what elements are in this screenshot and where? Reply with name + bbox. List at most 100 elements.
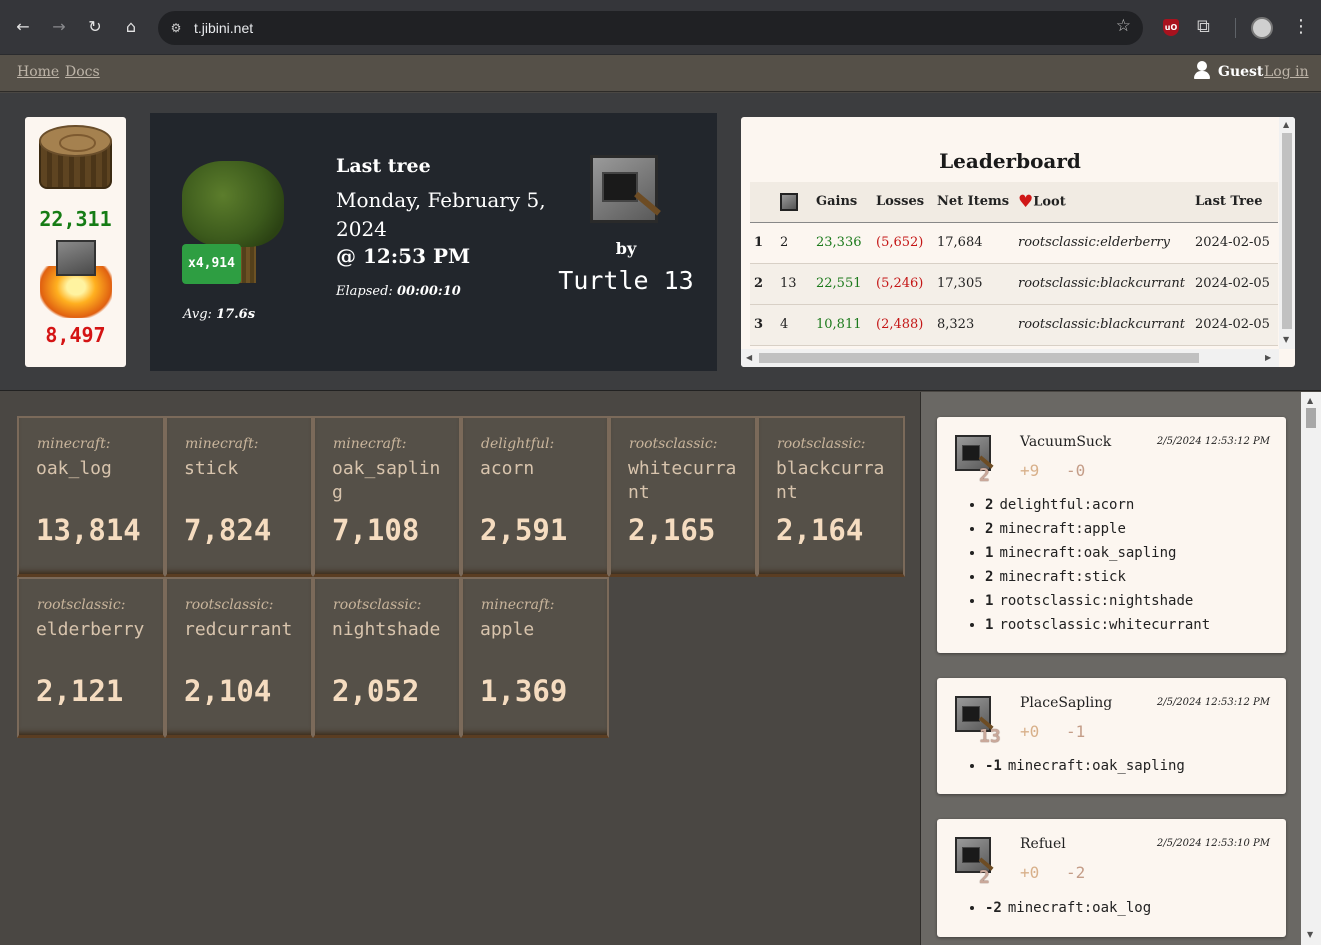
elapsed-time: Elapsed: 00:00:10 [336,284,461,299]
home-icon[interactable]: ⌂ [121,17,141,37]
event-loss: -2 [1066,863,1086,882]
by-label: by [615,239,637,258]
inventory-tile: rootsclassic: redcurrant 2,104 [165,577,313,738]
menu-kebab-icon[interactable]: ⋮ [1292,16,1310,37]
item-name: redcurrant [184,619,293,640]
leaderboard-horizontal-scrollbar[interactable]: ◀ ▶ [741,349,1279,367]
scroll-up-icon[interactable]: ▲ [1307,396,1313,405]
event-card: 13 PlaceSapling 2/5/2024 12:53:12 PM +0 … [937,678,1286,794]
event-item: -1minecraft:oak_sapling [985,754,1185,778]
losses: (5,652) [872,222,933,264]
net-items: 17,305 [933,263,1014,305]
event-items: 2delightful:acorn 2minecraft:apple 1mine… [985,493,1210,637]
col-last-tree[interactable]: Last Tree [1191,182,1278,223]
nav-home-link[interactable]: Home [17,64,59,80]
scroll-thumb[interactable] [759,353,1199,363]
event-gain: +0 [1020,722,1040,741]
event-item: 1rootsclassic:whitecurrant [985,613,1210,637]
event-name: VacuumSuck [1020,434,1112,450]
rank: 2 [750,263,776,305]
scroll-down-icon[interactable]: ▼ [1307,930,1313,939]
last-tree: 2024-02-05 [1191,222,1278,264]
event-items: -2minecraft:oak_log [985,896,1151,920]
event-items: -1minecraft:oak_sapling [985,754,1185,778]
burning-block-icon [40,240,112,318]
item-name: oak_log [36,458,112,479]
event-item: 2delightful:acorn [985,493,1210,517]
scroll-right-icon[interactable]: ▶ [1265,353,1271,362]
event-item: -2minecraft:oak_log [985,896,1151,920]
scroll-thumb[interactable] [1282,133,1292,329]
turtle-icon [780,192,798,211]
scroll-up-icon[interactable]: ▲ [1283,120,1289,129]
item-namespace: minecraft: [185,436,259,452]
net-items: 17,684 [933,222,1014,264]
leaderboard-row[interactable]: 3 4 10,811 (2,488) 8,323 rootsclassic:bl… [750,304,1278,346]
feed-scrollbar[interactable]: ▲ ▼ [1301,392,1321,945]
event-time: 2/5/2024 12:53:10 PM [1156,838,1270,849]
item-count: 13,814 [36,513,141,547]
col-losses[interactable]: Losses [872,182,933,223]
extensions-puzzle-icon[interactable]: ⧉ [1197,16,1210,37]
scroll-thumb[interactable] [1306,408,1316,428]
leaderboard-vertical-scrollbar[interactable]: ▲ ▼ [1279,117,1295,349]
col-net-items[interactable]: Net Items [933,182,1014,223]
oak-tree-icon: x4,914 [180,153,286,284]
event-loss: -1 [1066,722,1086,741]
item-count: 1,369 [480,674,568,708]
losses: (2,488) [872,304,933,346]
item-count: 2,052 [332,674,420,708]
leaderboard-title: Leaderboard [939,149,1081,173]
gains: 22,551 [812,263,872,305]
inventory-tile: minecraft: apple 1,369 [461,577,609,738]
col-loot[interactable]: ♥Loot [1014,182,1191,223]
browser-toolbar: ← → ↻ ⌂ ⚙ t.jibini.net ☆ uO ⧉ ⋮ [0,0,1321,55]
reload-icon[interactable]: ↻ [85,17,105,37]
item-count: 2,165 [628,513,716,547]
col-turtle[interactable] [776,182,812,223]
last-tree: 2024-02-05 [1191,304,1278,346]
event-name: PlaceSapling [1020,695,1113,711]
scroll-down-icon[interactable]: ▼ [1283,335,1289,344]
item-name: nightshade [332,619,441,640]
item-name: oak_sapling [332,458,441,503]
user-name: Guest [1218,64,1264,80]
inventory-tile: minecraft: oak_sapling 7,108 [313,416,461,577]
leaderboard-row[interactable]: 1 2 23,336 (5,652) 17,684 rootsclassic:e… [750,222,1278,264]
item-namespace: rootsclassic: [185,597,274,613]
net-items: 8,323 [933,304,1014,346]
col-gains[interactable]: Gains [812,182,872,223]
event-item: 1minecraft:oak_sapling [985,541,1210,565]
forward-icon[interactable]: → [49,17,69,37]
leaderboard-row[interactable]: 2 13 22,551 (5,246) 17,305 rootsclassic:… [750,263,1278,305]
site-nav: Home Docs Log in [0,55,1321,92]
bookmark-star-icon[interactable]: ☆ [1116,16,1131,36]
turtle-id: 13 [776,263,812,305]
inventory-tile: delightful: acorn 2,591 [461,416,609,577]
address-bar[interactable]: ⚙ t.jibini.net ☆ [158,11,1143,45]
nav-docs-link[interactable]: Docs [65,64,100,80]
item-namespace: rootsclassic: [333,597,422,613]
item-namespace: rootsclassic: [777,436,866,452]
profile-avatar[interactable] [1251,17,1273,39]
scroll-left-icon[interactable]: ◀ [746,353,752,362]
last-tree-date: Monday, February 5, 2024 [336,188,546,241]
event-card: 2 Refuel 2/5/2024 12:53:10 PM +0 -2 -2mi… [937,819,1286,937]
ublock-extension-icon[interactable]: uO [1163,19,1179,36]
event-name: Refuel [1020,836,1066,852]
leaderboard-header-row: Gains Losses Net Items ♥Loot Last Tree [750,182,1278,223]
loot: rootsclassic:blackcurrant [1014,304,1191,346]
url-text[interactable]: t.jibini.net [194,11,253,45]
back-icon[interactable]: ← [13,17,33,37]
item-count: 7,108 [332,513,420,547]
site-info-icon[interactable]: ⚙ [166,18,186,38]
item-namespace: minecraft: [333,436,407,452]
item-name: apple [480,619,535,640]
col-rank[interactable] [750,182,776,223]
event-loss: -0 [1066,461,1086,480]
event-time: 2/5/2024 12:53:12 PM [1156,436,1270,447]
rank: 3 [750,304,776,346]
totals-card: 22,311 8,497 [25,117,126,367]
login-link[interactable]: Log in [1264,64,1309,80]
item-name: whitecurrant [628,458,737,503]
